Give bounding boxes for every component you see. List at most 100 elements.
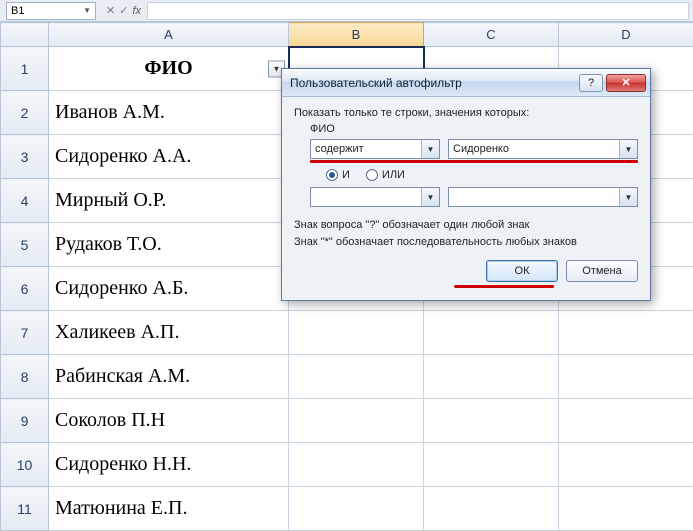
cell-value: ФИО	[144, 57, 192, 79]
cell-B8[interactable]	[289, 355, 424, 399]
column-header-row: A B C D	[1, 23, 693, 47]
window-buttons: ? ✕	[579, 74, 646, 92]
highlight-underline	[310, 160, 638, 163]
cell-value: Соколов П.Н	[55, 409, 165, 431]
row-header[interactable]: 1	[1, 47, 49, 91]
ok-button[interactable]: ОК	[486, 260, 558, 282]
chevron-down-icon[interactable]: ▼	[619, 188, 637, 206]
cell-D10[interactable]	[559, 443, 693, 487]
cell-C11[interactable]	[424, 487, 559, 531]
dialog-title: Пользовательский автофильтр	[290, 76, 579, 90]
cell-value: Матюнина Е.П.	[55, 497, 187, 519]
cell-value: Сидоренко Н.Н.	[55, 453, 191, 475]
row-header[interactable]: 10	[1, 443, 49, 487]
name-box[interactable]: B1 ▼	[6, 2, 96, 20]
cancel-formula-icon[interactable]: ✕	[106, 4, 115, 17]
column-header-D[interactable]: D	[559, 23, 693, 47]
row-header[interactable]: 2	[1, 91, 49, 135]
cell-D8[interactable]	[559, 355, 693, 399]
operator-value-1: содержит	[315, 143, 364, 155]
dialog-titlebar[interactable]: Пользовательский автофильтр ? ✕	[282, 69, 650, 97]
formula-input[interactable]	[147, 2, 689, 20]
cell-B11[interactable]	[289, 487, 424, 531]
cell-D11[interactable]	[559, 487, 693, 531]
cancel-button[interactable]: Отмена	[566, 260, 638, 282]
table-row: 8 Рабинская А.М.	[1, 355, 693, 399]
chevron-down-icon[interactable]: ▼	[421, 140, 439, 158]
row-header[interactable]: 5	[1, 223, 49, 267]
name-box-value: B1	[11, 5, 24, 17]
row-header[interactable]: 8	[1, 355, 49, 399]
cancel-label: Отмена	[582, 265, 621, 277]
row-header[interactable]: 4	[1, 179, 49, 223]
cell-value: Иванов А.М.	[55, 101, 165, 123]
cell-C8[interactable]	[424, 355, 559, 399]
cell-D9[interactable]	[559, 399, 693, 443]
cell-A8[interactable]: Рабинская А.М.	[49, 355, 289, 399]
close-button[interactable]: ✕	[606, 74, 646, 92]
cell-A4[interactable]: Мирный О.Р.	[49, 179, 289, 223]
table-row: 9 Соколов П.Н	[1, 399, 693, 443]
cell-A1[interactable]: ФИО ▼	[49, 47, 289, 91]
cell-C9[interactable]	[424, 399, 559, 443]
value-combo-1[interactable]: Сидоренко ▼	[448, 139, 638, 159]
cell-A10[interactable]: Сидоренко Н.Н.	[49, 443, 289, 487]
radio-and[interactable]: И	[326, 169, 350, 181]
cell-B10[interactable]	[289, 443, 424, 487]
cell-value: Халикеев А.П.	[55, 321, 179, 343]
chevron-down-icon[interactable]: ▼	[619, 140, 637, 158]
fx-label[interactable]: fx	[132, 5, 141, 17]
accept-formula-icon[interactable]: ✓	[119, 4, 128, 17]
radio-or[interactable]: ИЛИ	[366, 169, 405, 181]
hint-line-1: Знак вопроса "?" обозначает один любой з…	[294, 217, 638, 234]
filter-value-1: Сидоренко	[453, 143, 509, 155]
table-row: 11 Матюнина Е.П.	[1, 487, 693, 531]
value-combo-2[interactable]: ▼	[448, 187, 638, 207]
cell-value: Мирный О.Р.	[55, 189, 166, 211]
cell-A11[interactable]: Матюнина Е.П.	[49, 487, 289, 531]
cell-A6[interactable]: Сидоренко А.Б.	[49, 267, 289, 311]
cell-A7[interactable]: Халикеев А.П.	[49, 311, 289, 355]
cell-B7[interactable]	[289, 311, 424, 355]
row-header[interactable]: 6	[1, 267, 49, 311]
formula-bar: B1 ▼ ✕ ✓ fx	[0, 0, 693, 22]
cell-value: Рабинская А.М.	[55, 365, 190, 387]
operator-combo-1[interactable]: содержит ▼	[310, 139, 440, 159]
select-all-corner[interactable]	[1, 23, 49, 47]
hint-line-2: Знак "*" обозначает последовательность л…	[294, 234, 638, 251]
cell-C10[interactable]	[424, 443, 559, 487]
table-row: 10 Сидоренко Н.Н.	[1, 443, 693, 487]
cell-A5[interactable]: Рудаков Т.О.	[49, 223, 289, 267]
row-header[interactable]: 3	[1, 135, 49, 179]
hint-text: Знак вопроса "?" обозначает один любой з…	[294, 217, 638, 250]
chevron-down-icon[interactable]: ▼	[83, 6, 91, 15]
filter-field-name: ФИО	[310, 123, 638, 135]
dialog-body: Показать только те строки, значения кото…	[282, 97, 650, 300]
show-rows-label: Показать только те строки, значения кото…	[294, 107, 638, 119]
operator-combo-2[interactable]: ▼	[310, 187, 440, 207]
cell-D7[interactable]	[559, 311, 693, 355]
cell-A2[interactable]: Иванов А.М.	[49, 91, 289, 135]
column-header-B[interactable]: B	[289, 23, 424, 47]
column-header-A[interactable]: A	[49, 23, 289, 47]
cell-value: Сидоренко А.А.	[55, 145, 191, 167]
radio-or-label: ИЛИ	[382, 169, 405, 181]
cell-value: Сидоренко А.Б.	[55, 277, 188, 299]
row-header[interactable]: 11	[1, 487, 49, 531]
criteria-row-2: ▼ ▼	[310, 187, 638, 207]
table-row: 7 Халикеев А.П.	[1, 311, 693, 355]
cell-A9[interactable]: Соколов П.Н	[49, 399, 289, 443]
row-header[interactable]: 7	[1, 311, 49, 355]
cell-C7[interactable]	[424, 311, 559, 355]
radio-and-label: И	[342, 169, 350, 181]
cell-B9[interactable]	[289, 399, 424, 443]
row-header[interactable]: 9	[1, 399, 49, 443]
help-button[interactable]: ?	[579, 74, 603, 92]
column-header-C[interactable]: C	[424, 23, 559, 47]
chevron-down-icon[interactable]: ▼	[421, 188, 439, 206]
ok-label: ОК	[515, 265, 530, 277]
help-icon: ?	[588, 77, 594, 89]
cell-A3[interactable]: Сидоренко А.А.	[49, 135, 289, 179]
highlight-underline	[454, 285, 554, 288]
close-icon: ✕	[621, 76, 630, 89]
